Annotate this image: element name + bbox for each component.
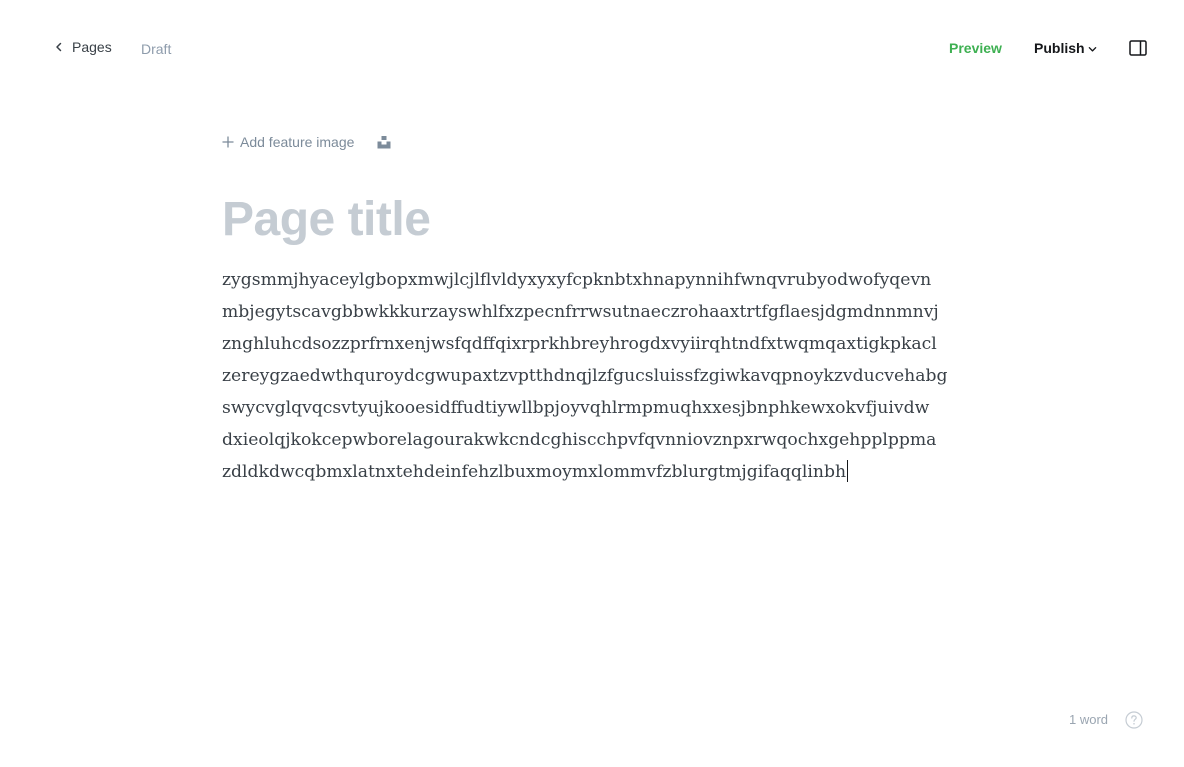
text-caret [847, 460, 849, 482]
chevron-down-icon [1088, 47, 1096, 52]
body-line: swycvglqvqcsvtyujkooesidffudtiywllbpjoyv… [222, 398, 930, 418]
publish-label: Publish [1034, 40, 1085, 56]
editor-canvas: Add feature image zygsmmjhyaceylgbopxmwj… [222, 130, 982, 488]
feature-image-row: Add feature image [222, 130, 982, 154]
body-line: mbjegytscavgbbwkkkurzayswhlfxzpecnfrrwsu… [222, 302, 939, 322]
body-line: zygsmmjhyaceylgbopxmwjlcjlflvldyxyxyfcpk… [222, 270, 932, 290]
page-title-input[interactable] [222, 192, 962, 248]
plus-icon [222, 136, 234, 148]
body-line: dxieolqjkokcepwborelagourakwkcndcghiscch… [222, 430, 937, 450]
post-status: Draft [141, 41, 172, 57]
add-feature-image-button[interactable]: Add feature image [222, 134, 354, 150]
back-label: Pages [72, 39, 112, 55]
sidebar-toggle-icon[interactable] [1129, 40, 1147, 56]
body-line: znghluhcdsozzprfrnxenjwsfqdffqixrprkhbre… [222, 334, 937, 354]
add-feature-image-label: Add feature image [240, 134, 355, 150]
unsplash-icon[interactable] [377, 135, 391, 149]
body-line: zdldkdwcqbmxlatnxtehdeinfehzlbuxmoymxlom… [222, 462, 847, 482]
chevron-left-icon [56, 42, 62, 52]
post-body-editor[interactable]: zygsmmjhyaceylgbopxmwjlcjlflvldyxyxyfcpk… [222, 264, 982, 488]
editor-header: Pages Draft Preview Publish [0, 0, 1184, 96]
body-line-last: zdldkdwcqbmxlatnxtehdeinfehzlbuxmoymxlom… [222, 456, 982, 488]
preview-button[interactable]: Preview [949, 40, 1002, 56]
body-line: zereygzaedwthquroydcgwupaxtzvptthdnqjlzf… [222, 366, 948, 386]
word-count: 1 word [1069, 712, 1109, 727]
back-to-pages-link[interactable]: Pages [54, 39, 112, 55]
help-circle-icon[interactable] [1125, 711, 1143, 729]
publish-button[interactable]: Publish [1034, 40, 1097, 56]
